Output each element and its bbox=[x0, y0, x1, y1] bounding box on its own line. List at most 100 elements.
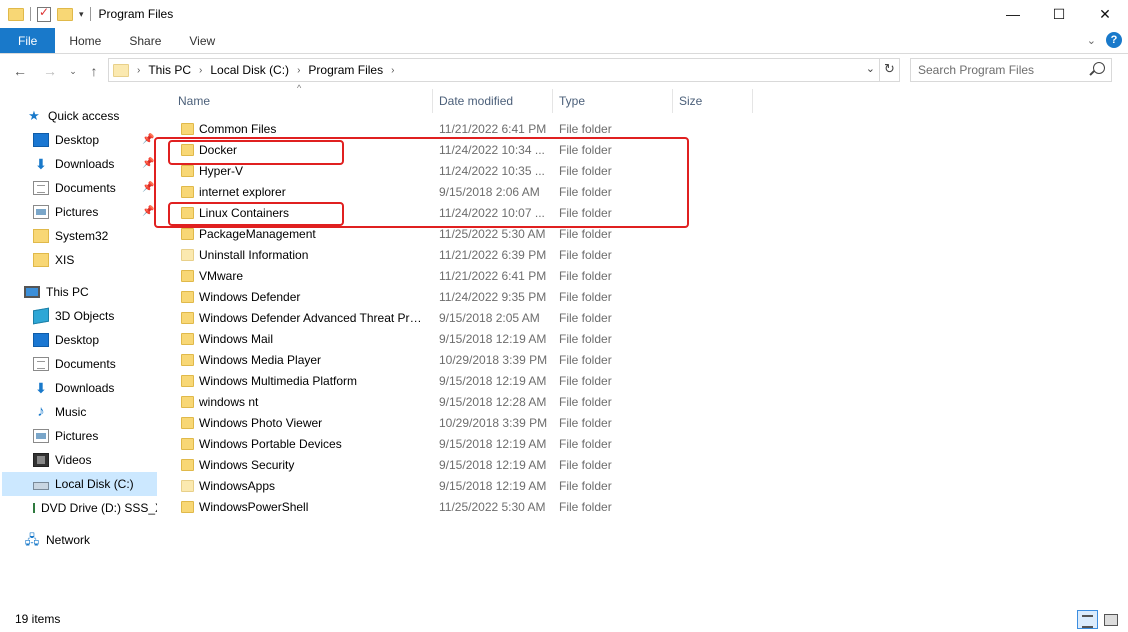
file-row[interactable]: Windows Defender 11/24/2022 9:35 PM File f… bbox=[174, 287, 694, 308]
ribbon-tabs: File Home Share View ⌄ ? bbox=[0, 28, 1128, 54]
file-name[interactable]: Windows Mail bbox=[199, 329, 424, 350]
nav-item-pictures[interactable]: Pictures bbox=[33, 201, 98, 223]
file-name[interactable]: WindowsPowerShell bbox=[199, 497, 424, 518]
pin-icon[interactable]: 📌 bbox=[142, 134, 154, 145]
nav-item-local-disk[interactable]: Local Disk (C:) bbox=[2, 472, 157, 496]
tab-home[interactable]: Home bbox=[55, 28, 115, 53]
file-date-modified: 9/15/2018 12:19 AM bbox=[439, 332, 547, 346]
file-name[interactable]: Windows Multimedia Platform bbox=[199, 371, 424, 392]
nav-item-documents[interactable]: Documents bbox=[33, 177, 116, 199]
customize-toolbar-icon[interactable]: ▾ bbox=[79, 9, 84, 20]
folder-icon bbox=[181, 480, 194, 492]
file-row[interactable]: Windows Portable Devices 9/15/2018 12:19 … bbox=[174, 434, 694, 455]
file-name[interactable]: WindowsApps bbox=[199, 476, 424, 497]
refresh-icon[interactable]: ↻ bbox=[879, 58, 899, 82]
folder-icon bbox=[181, 354, 194, 366]
nav-item-documents[interactable]: Documents bbox=[33, 353, 116, 375]
network-icon: 🖧 bbox=[24, 532, 40, 547]
chevron-right-icon[interactable]: › bbox=[391, 65, 394, 76]
pin-icon[interactable]: 📌 bbox=[142, 206, 154, 217]
desktop-icon bbox=[33, 133, 49, 147]
file-name[interactable]: Windows Media Player bbox=[199, 350, 424, 371]
breadcrumb-this-pc[interactable]: This PC bbox=[148, 63, 191, 77]
file-type: File folder bbox=[559, 374, 612, 388]
file-name[interactable]: Windows Portable Devices bbox=[199, 434, 424, 455]
nav-item-3d-objects[interactable]: 3D Objects bbox=[33, 305, 114, 327]
tab-share[interactable]: Share bbox=[115, 28, 175, 53]
forward-arrow-icon[interactable]: → bbox=[40, 63, 60, 79]
nav-network[interactable]: 🖧 Network bbox=[24, 529, 90, 551]
expand-ribbon-icon[interactable]: ⌄ bbox=[1087, 34, 1096, 47]
breadcrumb-local-disk[interactable]: Local Disk (C:) bbox=[210, 63, 289, 77]
file-name[interactable]: Uninstall Information bbox=[199, 245, 424, 266]
file-row[interactable]: Windows Security 9/15/2018 12:19 AM File f… bbox=[174, 455, 694, 476]
file-date-modified: 11/21/2022 6:41 PM bbox=[439, 269, 547, 283]
file-row[interactable]: WindowsApps 9/15/2018 12:19 AM File folder bbox=[174, 476, 694, 497]
nav-item-desktop[interactable]: Desktop bbox=[33, 329, 99, 351]
download-arrow-icon: ⬇ bbox=[35, 380, 47, 396]
back-arrow-icon[interactable]: ← bbox=[10, 63, 30, 79]
chevron-right-icon[interactable]: › bbox=[199, 65, 202, 76]
nav-item-downloads[interactable]: ⬇ Downloads bbox=[33, 153, 114, 175]
pin-icon[interactable]: 📌 bbox=[142, 182, 154, 193]
nav-label: System32 bbox=[55, 229, 109, 243]
new-folder-icon[interactable] bbox=[57, 7, 73, 21]
file-row[interactable]: Windows Defender Advanced Threat Pro... 9… bbox=[174, 308, 694, 329]
star-icon: ★ bbox=[28, 108, 40, 123]
folder-icon bbox=[181, 312, 194, 324]
nav-item-music[interactable]: ♪ Music bbox=[33, 401, 86, 423]
chevron-down-icon[interactable]: ⌄ bbox=[866, 62, 875, 75]
file-row[interactable]: windows nt 9/15/2018 12:28 AM File folder bbox=[174, 392, 694, 413]
tab-file[interactable]: File bbox=[0, 28, 56, 53]
nav-label: Desktop bbox=[55, 333, 100, 347]
nav-item-dvd-drive[interactable]: DVD Drive (D:) SSS_X bbox=[33, 497, 157, 519]
file-row[interactable]: Windows Mail 9/15/2018 12:19 AM File folde… bbox=[174, 329, 694, 350]
nav-item-downloads[interactable]: ⬇ Downloads bbox=[33, 377, 114, 399]
maximize-button[interactable]: ☐ bbox=[1036, 0, 1082, 28]
help-icon[interactable]: ? bbox=[1106, 32, 1122, 48]
file-name[interactable]: windows nt bbox=[199, 392, 424, 413]
chevron-right-icon[interactable]: › bbox=[297, 65, 300, 76]
tab-view[interactable]: View bbox=[175, 28, 229, 53]
file-date-modified: 9/15/2018 2:05 AM bbox=[439, 311, 540, 325]
nav-item-system32[interactable]: System32 bbox=[33, 225, 108, 247]
nav-item-desktop[interactable]: Desktop bbox=[33, 129, 99, 151]
file-name[interactable]: Windows Defender bbox=[199, 287, 424, 308]
up-arrow-icon[interactable]: ↑ bbox=[84, 63, 104, 79]
pin-icon[interactable]: 📌 bbox=[142, 158, 154, 169]
file-name[interactable]: Windows Photo Viewer bbox=[199, 413, 424, 434]
file-row[interactable]: Windows Photo Viewer 10/29/2018 3:39 PM Fi… bbox=[174, 413, 694, 434]
minimize-button[interactable]: — bbox=[990, 0, 1036, 28]
recent-locations-icon[interactable]: ⌄ bbox=[63, 66, 83, 77]
file-row[interactable]: Uninstall Information 11/21/2022 6:39 PM F… bbox=[174, 245, 694, 266]
chevron-right-icon: › bbox=[137, 64, 141, 76]
column-header-name[interactable]: Name bbox=[174, 89, 433, 113]
column-header-type[interactable]: Type bbox=[555, 89, 673, 113]
properties-icon[interactable] bbox=[37, 5, 51, 22]
column-header-date[interactable]: Date modified bbox=[435, 89, 553, 113]
file-row[interactable]: Windows Multimedia Platform 9/15/2018 12:… bbox=[174, 371, 694, 392]
search-placeholder: Search Program Files bbox=[918, 63, 1035, 77]
breadcrumb-program-files[interactable]: Program Files bbox=[308, 63, 383, 77]
large-icons-view-icon[interactable] bbox=[1101, 610, 1120, 629]
folder-icon bbox=[181, 249, 194, 261]
file-row[interactable]: VMware 11/21/2022 6:41 PM File folder bbox=[174, 266, 694, 287]
nav-item-videos[interactable]: Videos bbox=[33, 449, 91, 471]
file-row[interactable]: WindowsPowerShell 11/25/2022 5:30 AM File … bbox=[174, 497, 694, 518]
file-type: File folder bbox=[559, 290, 612, 304]
column-header-size[interactable]: Size bbox=[675, 89, 753, 113]
file-name[interactable]: VMware bbox=[199, 266, 424, 287]
address-bar[interactable]: › This PC › Local Disk (C:) › Program Fi… bbox=[108, 58, 900, 82]
file-name[interactable]: Windows Defender Advanced Threat Pro... bbox=[199, 308, 424, 329]
highlight-box-docker bbox=[168, 140, 344, 165]
nav-item-xis[interactable]: XIS bbox=[33, 249, 74, 271]
search-input[interactable]: Search Program Files bbox=[910, 58, 1112, 82]
details-view-icon[interactable] bbox=[1077, 610, 1098, 629]
nav-this-pc[interactable]: This PC bbox=[24, 281, 89, 303]
nav-item-pictures[interactable]: Pictures bbox=[33, 425, 98, 447]
close-button[interactable]: ✕ bbox=[1082, 0, 1128, 28]
file-name[interactable]: Windows Security bbox=[199, 455, 424, 476]
file-row[interactable]: Windows Media Player 10/29/2018 3:39 PM Fi… bbox=[174, 350, 694, 371]
file-type: File folder bbox=[559, 437, 612, 451]
nav-quick-access[interactable]: ★ Quick access bbox=[26, 105, 119, 127]
